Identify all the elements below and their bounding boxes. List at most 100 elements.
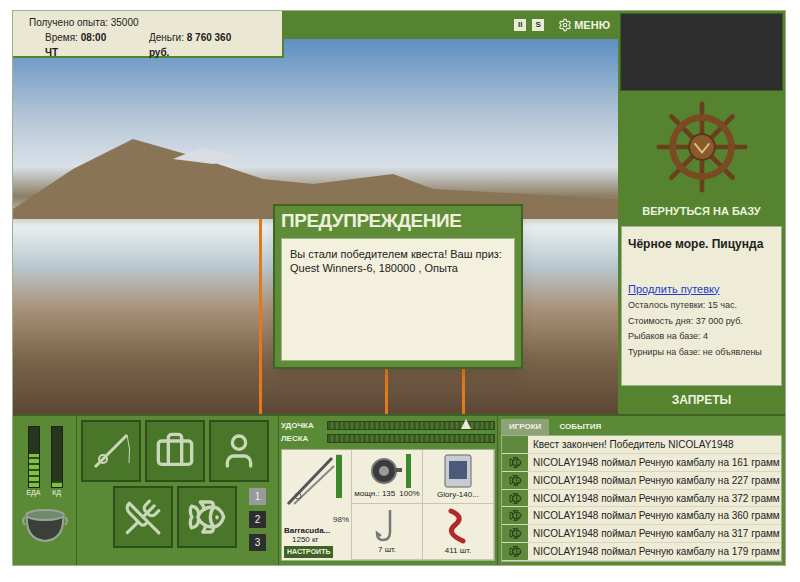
tension-bar (327, 421, 495, 430)
gauge: ЕДА (26, 426, 40, 497)
location-info-line: Рыбаков на базе: 4 (628, 330, 775, 344)
event-icon-cell (502, 490, 528, 507)
slot-top (364, 454, 411, 488)
bans-button[interactable]: ЗАПРЕТЫ (618, 386, 785, 415)
tackle-box-icon (155, 431, 195, 471)
bait-slot[interactable]: Glory-140... (423, 450, 494, 504)
experience-text: Получено опыта: 35000 (29, 15, 250, 30)
actions-row: 1 2 3 (77, 486, 278, 551)
setup-button[interactable]: НАСТРОИТЬ (284, 546, 333, 559)
reel-slot[interactable]: мощн.: 135100% (352, 450, 423, 504)
top-bar-button[interactable]: S (532, 19, 544, 31)
side-column: ВЕРНУТЬСЯ НА БАЗУ Чёрное море. ПицундаПро… (618, 11, 785, 414)
equipment-grid: 98%Barracuda...1250 кгНАСТРОИТЬмощн.: 13… (281, 449, 495, 561)
gauge-fill (52, 481, 62, 487)
extend-link[interactable]: Продлить путевку (628, 281, 775, 298)
rod-stand[interactable] (385, 364, 388, 414)
time-money-row: Время: 08:00 ЧТДеньги: 8 760 360 руб. (45, 30, 250, 60)
game-frame: II S МЕНЮ ПРЕДУПРЕЖДЕНИЕВы стали победителе… (12, 10, 786, 566)
worm-icon (443, 507, 473, 545)
worm-slot[interactable]: 411 шт. (423, 504, 494, 560)
rod-slot[interactable]: 98%Barracuda...1250 кгНАСТРОИТЬ (282, 450, 352, 560)
tension-label: ЛЕСКА (281, 433, 327, 445)
menu-button[interactable]: МЕНЮ (558, 17, 610, 34)
tension-marker[interactable] (461, 419, 471, 429)
slot-text-row: 7 шт. (378, 544, 396, 556)
actions-section: 1 2 3 (76, 416, 278, 565)
events-section: ИГРОКИСОБЫТИЯКвест закончен! Победитель … (497, 416, 785, 565)
slot-condition-bar (406, 454, 411, 488)
rod-stand[interactable] (462, 364, 465, 414)
fish-icon (509, 456, 522, 469)
page-button[interactable]: 2 (249, 511, 266, 528)
gauge-label: ЕДА (26, 489, 40, 497)
event-icon-cell (502, 543, 528, 560)
box-button[interactable] (145, 420, 205, 482)
top-area: II S МЕНЮ ПРЕДУПРЕЖДЕНИЕВы стали победителе… (13, 11, 785, 414)
fish-icon (509, 492, 522, 505)
event-tab[interactable]: ИГРОКИ (501, 419, 549, 435)
event-icon-cell (502, 472, 528, 489)
slot-text-row: мощн.: 135100% (354, 488, 419, 500)
event-row: NICOLAY1948 поймал Речную камбалу на 372… (502, 490, 781, 508)
scene-photo: ПРЕДУПРЕЖДЕНИЕВы стали победителем квест… (13, 39, 618, 414)
back-to-base-button[interactable]: ВЕРНУТЬСЯ НА БАЗУ (618, 201, 785, 222)
event-tab[interactable]: СОБЫТИЯ (551, 419, 609, 435)
event-text: NICOLAY1948 поймал Речную камбалу на 372… (528, 491, 780, 506)
cauldron-icon[interactable] (21, 503, 69, 543)
kitchen-button[interactable] (113, 486, 173, 548)
event-text: Квест закончен! Победитель NICOLAY1948 (528, 437, 734, 452)
hook-icon (374, 508, 400, 544)
ad-box (620, 13, 783, 91)
equipment-section: УДОЧКАЛЕСКА 98%Barracuda...1250 кгНАСТРОИ… (278, 416, 497, 565)
fish-icon (509, 474, 522, 487)
event-text: NICOLAY1948 поймал Речную камбалу на 360… (528, 508, 780, 523)
fish-button[interactable] (177, 486, 237, 548)
actions-row (77, 420, 278, 482)
event-row: NICOLAY1948 поймал Речную камбалу на 360… (502, 507, 781, 525)
menu-label[interactable]: МЕНЮ (574, 17, 610, 34)
location-panel: Чёрное море. ПицундаПродлить путевкуОста… (621, 226, 782, 386)
slot-label: Glory-140... (437, 489, 479, 501)
rod-condition-bar (336, 454, 342, 498)
events-list: Квест закончен! Победитель NICOLAY1948 NI… (501, 435, 782, 562)
gauge-track (28, 426, 40, 488)
bait-package-icon (443, 453, 473, 489)
fisherman-button[interactable] (209, 420, 269, 482)
ship-wheel-icon[interactable] (656, 101, 748, 193)
top-bar-button[interactable]: II (514, 19, 526, 31)
gauge-label: КД (52, 489, 61, 497)
page-buttons: 1 2 3 (249, 486, 266, 551)
tension-row: УДОЧКА (281, 419, 495, 432)
slot-top (443, 507, 473, 545)
fish-icon (509, 509, 522, 522)
page-button[interactable]: 3 (249, 534, 266, 551)
tension-label: УДОЧКА (281, 420, 327, 432)
event-text: NICOLAY1948 поймал Речную камбалу на 161… (528, 455, 780, 470)
game-screen: II S МЕНЮ ПРЕДУПРЕЖДЕНИЕВы стали победителе… (0, 0, 800, 582)
gauge: КД (51, 426, 63, 497)
event-tabs: ИГРОКИСОБЫТИЯ (501, 419, 782, 435)
tension-bar (327, 434, 495, 443)
tackle-button[interactable] (81, 420, 141, 482)
event-icon-cell (502, 525, 528, 542)
telescopic-rod-icon (284, 452, 336, 508)
slot-label: мощн.: 135 (354, 488, 395, 500)
hook-slot[interactable]: 7 шт. (352, 504, 423, 560)
fish-icon (509, 545, 522, 558)
scene-column: II S МЕНЮ ПРЕДУПРЕЖДЕНИЕВы стали победителе… (13, 11, 618, 414)
dialog-body: Вы стали победителем квеста! Ваш приз: Q… (281, 238, 515, 361)
bottom-panel: ЕДА КД 1 2 3 УДОЧКАЛЕСКА 98%Barracuda...1250 к… (13, 414, 785, 565)
fish-icon (187, 497, 227, 537)
fisherman-icon (219, 431, 259, 471)
event-row: NICOLAY1948 поймал Речную камбалу на 317… (502, 525, 781, 543)
gauge-fill (29, 454, 39, 487)
rod-stand[interactable] (259, 219, 262, 414)
gear-icon (558, 18, 572, 32)
page-button[interactable]: 1 (249, 488, 266, 505)
rod-top (284, 452, 349, 514)
slot-text-row: Glory-140... (437, 489, 479, 501)
knife-fork-icon (124, 498, 162, 536)
event-text: NICOLAY1948 поймал Речную камбалу на 317… (528, 526, 780, 541)
event-text: NICOLAY1948 поймал Речную камбалу на 179… (528, 544, 780, 559)
